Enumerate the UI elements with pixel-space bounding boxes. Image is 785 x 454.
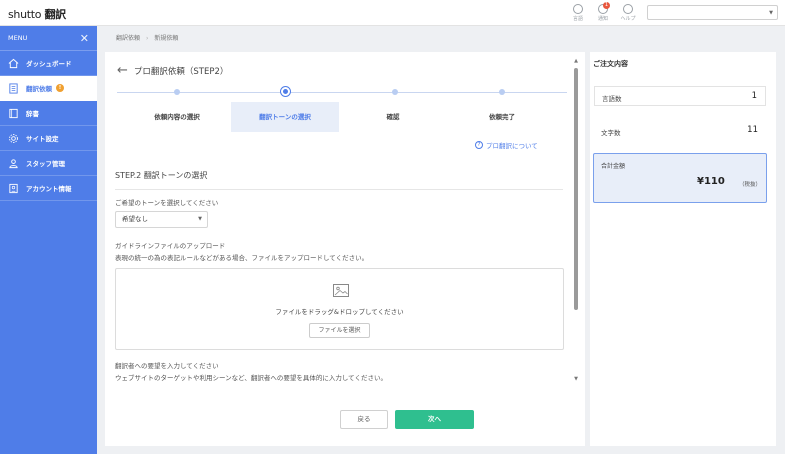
- sidebar-item-translation-request[interactable]: 翻訳依頼 !: [0, 76, 97, 101]
- breadcrumb: 翻訳依頼 › 新規依頼: [116, 33, 178, 42]
- image-icon: [333, 284, 349, 297]
- sidebar-item-staff[interactable]: スタッフ管理: [0, 151, 97, 176]
- languages-value: 1: [751, 91, 757, 101]
- section-title: STEP.2 翻訳トーンの選択: [115, 170, 563, 190]
- back-button[interactable]: 戻る: [340, 410, 388, 429]
- sidebar-item-dashboard[interactable]: ダッシュボード: [0, 51, 97, 76]
- guideline-description: 表現の統一の為の表記ルールなどがある場合、ファイルをアップロードしてください。: [115, 254, 369, 262]
- scrollbar-thumb[interactable]: [574, 68, 578, 310]
- sidebar-item-dictionary[interactable]: 辞書: [0, 101, 97, 126]
- tone-select[interactable]: 希望なし ▼: [115, 211, 208, 228]
- total-value: ¥110: [697, 176, 725, 187]
- page-title: プロ翻訳依頼（STEP2）: [133, 66, 229, 77]
- about-link-text: プロ翻訳について: [486, 142, 538, 150]
- page-header: ← プロ翻訳依頼（STEP2）: [117, 64, 228, 77]
- step-3-label: 確認: [386, 113, 400, 121]
- language-menu[interactable]: 言語: [567, 4, 589, 22]
- languages-label: 言語数: [602, 95, 622, 103]
- total-box: 合計金額 ¥110 （税抜）: [593, 153, 767, 203]
- book-icon: [7, 107, 19, 119]
- step-dot: [174, 89, 180, 95]
- chars-row: 文字数 11: [594, 121, 766, 141]
- bell-icon: 1: [598, 2, 610, 14]
- help-menu[interactable]: ヘルプ: [617, 4, 639, 22]
- globe-icon: [573, 4, 583, 14]
- alert-badge: !: [56, 84, 64, 92]
- file-dropzone[interactable]: ファイルをドラッグ&ドロップしてください ファイルを選択: [115, 268, 564, 350]
- summary-title: ご注文内容: [593, 60, 628, 68]
- sidebar-item-label: スタッフ管理: [26, 160, 65, 168]
- arrow-left-icon[interactable]: ←: [117, 64, 128, 77]
- scroll-up-icon[interactable]: ▲: [573, 58, 579, 64]
- document-icon: [7, 82, 19, 94]
- next-button[interactable]: 次へ: [395, 410, 474, 429]
- request-description: ウェブサイトのターゲットや利用シーンなど、翻訳者への要望を具体的に入力してくださ…: [115, 374, 387, 382]
- menu-header: MENU ✕: [0, 26, 97, 51]
- step-dot: [499, 89, 505, 95]
- sidebar-item-label: ダッシュボード: [26, 60, 72, 68]
- notification-label: 通知: [597, 16, 608, 22]
- question-icon: ?: [475, 141, 483, 149]
- tax-note: （税抜）: [739, 182, 762, 188]
- sidebar-item-label: 辞書: [26, 110, 39, 118]
- sidebar-item-label: 翻訳依頼: [26, 85, 52, 93]
- sidebar-item-account[interactable]: アカウント情報: [0, 176, 97, 201]
- help-icon: [623, 4, 633, 14]
- scrollbar[interactable]: ▲ ▼: [573, 58, 579, 384]
- request-label: 翻訳者への要望を入力してください: [115, 362, 219, 370]
- menu-label: MENU: [8, 34, 28, 42]
- gear-icon: [7, 132, 19, 144]
- sidebar-item-label: アカウント情報: [26, 185, 72, 193]
- chevron-down-icon: ▼: [769, 10, 773, 16]
- guideline-label: ガイドラインファイルのアップロード: [115, 242, 226, 250]
- chevron-right-icon: ›: [146, 35, 149, 42]
- users-icon: [7, 157, 19, 169]
- home-icon: [7, 57, 19, 69]
- step-2-label: 翻訳トーンの選択: [231, 102, 339, 132]
- select-file-button[interactable]: ファイルを選択: [309, 323, 370, 338]
- chevron-down-icon: ▼: [198, 216, 202, 222]
- tone-select-value: 希望なし: [122, 215, 148, 223]
- notification-badge: 1: [603, 2, 610, 9]
- sidebar-item-label: サイト設定: [26, 135, 59, 143]
- account-select[interactable]: ▼: [647, 5, 778, 20]
- top-bar: shutto 翻訳 言語 1 通知 ヘルプ ▼: [0, 0, 785, 26]
- about-pro-translation-link[interactable]: ? プロ翻訳について: [475, 140, 538, 150]
- tone-label: ご希望のトーンを選択してください: [115, 199, 219, 207]
- chars-label: 文字数: [601, 129, 621, 137]
- notification-menu[interactable]: 1 通知: [592, 2, 614, 22]
- help-label: ヘルプ: [620, 16, 636, 22]
- breadcrumb-link[interactable]: 翻訳依頼: [116, 35, 140, 42]
- language-label: 言語: [572, 16, 583, 22]
- step-dot: [392, 89, 398, 95]
- order-summary: ご注文内容 言語数 1 文字数 11 合計金額 ¥110 （税抜）: [590, 52, 776, 446]
- close-icon[interactable]: ✕: [80, 33, 89, 44]
- dropzone-text: ファイルをドラッグ&ドロップしてください: [275, 308, 404, 316]
- main-card: ← プロ翻訳依頼（STEP2） 依頼内容の選択 翻訳トーンの選択 確認 依頼完了…: [105, 52, 585, 446]
- app-logo[interactable]: shutto 翻訳: [8, 6, 66, 22]
- sidebar: MENU ✕ ダッシュボード 翻訳依頼 ! 辞書 サイト設定 スタッフ管理 アカ…: [0, 26, 97, 454]
- step-4-label: 依頼完了: [489, 113, 515, 121]
- languages-row: 言語数 1: [594, 86, 766, 106]
- chars-value: 11: [747, 125, 758, 135]
- scroll-down-icon[interactable]: ▼: [573, 376, 579, 382]
- total-label: 合計金額: [601, 163, 626, 170]
- id-card-icon: [7, 182, 19, 194]
- step-dot-active: [281, 87, 290, 96]
- step-1-label: 依頼内容の選択: [154, 113, 200, 121]
- sidebar-item-site-settings[interactable]: サイト設定: [0, 126, 97, 151]
- breadcrumb-current: 新規依頼: [154, 35, 179, 42]
